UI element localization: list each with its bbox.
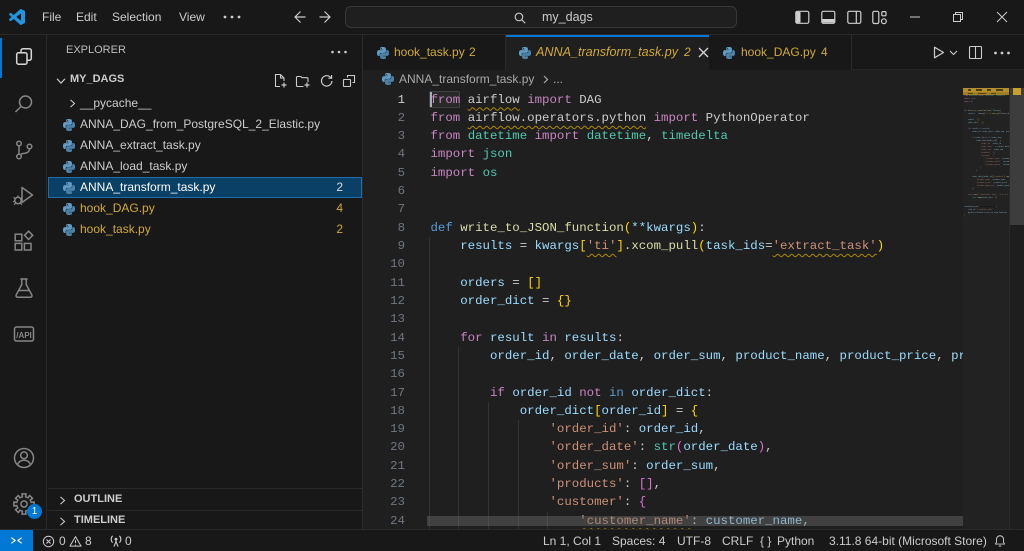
svg-text:/API: /API bbox=[16, 331, 32, 340]
